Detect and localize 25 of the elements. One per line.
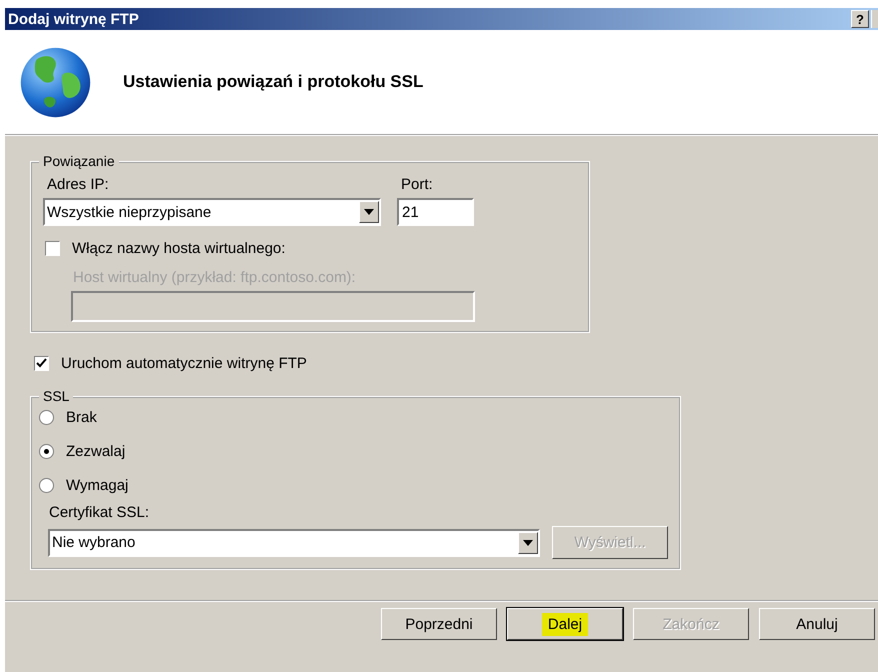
wizard-button[interactable]: Poprzedni xyxy=(381,608,497,640)
checkbox[interactable] xyxy=(45,241,60,256)
radio-button[interactable] xyxy=(39,444,54,459)
radio-label: Zezwalaj xyxy=(66,443,126,460)
checkbox-label: Włącz nazwy hosta wirtualnego: xyxy=(72,240,286,257)
wizard-button[interactable]: Anuluj xyxy=(759,608,875,640)
page-heading: Ustawienia powiązań i protokołu SSL xyxy=(123,72,424,92)
port-field[interactable]: 21 xyxy=(397,198,474,226)
wizard-button[interactable]: Dalej xyxy=(507,608,623,640)
dropdown-arrow-icon xyxy=(364,209,374,215)
radio-label: Wymagaj xyxy=(66,477,128,494)
help-button[interactable]: ? xyxy=(851,10,869,28)
radio-label: Brak xyxy=(66,409,97,426)
radio-button[interactable] xyxy=(39,478,54,493)
checkbox[interactable] xyxy=(34,356,49,371)
radio-button[interactable] xyxy=(39,410,54,425)
dropdown-arrow-icon xyxy=(523,540,534,546)
certificate-dropdown[interactable]: Nie wybrano xyxy=(48,528,540,556)
field-label: Port: xyxy=(401,176,434,194)
window-title: Dodaj witrynę FTP xyxy=(8,10,139,28)
field-label: Adres IP: xyxy=(47,176,110,194)
checkbox-label: Uruchom automatycznie witrynę FTP xyxy=(61,355,307,372)
ip-address-dropdown[interactable]: Wszystkie nieprzypisane xyxy=(43,198,381,226)
field-label: Certyfikat SSL: xyxy=(49,504,150,522)
checkmark-icon xyxy=(36,358,47,369)
